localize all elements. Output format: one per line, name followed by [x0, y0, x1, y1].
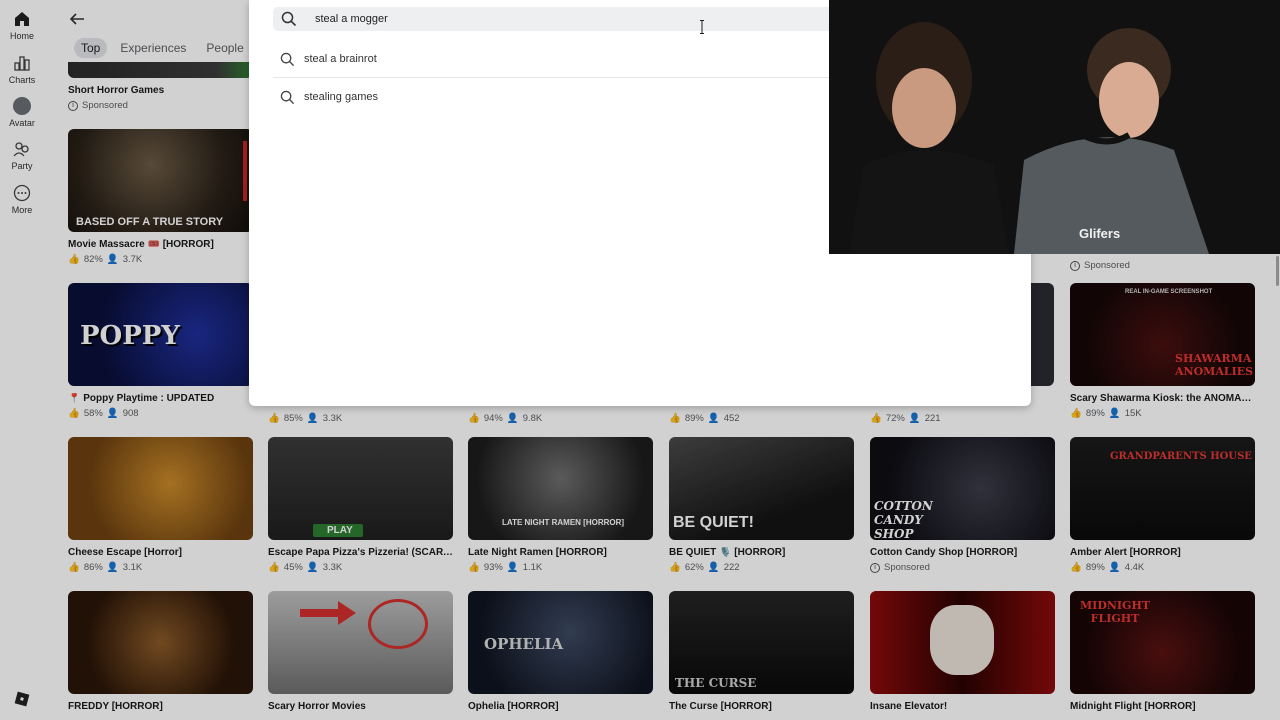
search-input[interactable] — [315, 13, 795, 25]
suggestion-text: steal a brainrot — [304, 53, 377, 65]
person-left-face — [892, 68, 956, 148]
search-icon — [280, 52, 295, 66]
suggestion-text: stealing games — [304, 91, 378, 103]
search-box[interactable] — [273, 7, 833, 31]
webcam-scene: Glifers — [829, 0, 1280, 254]
search-suggestion[interactable]: stealing games — [277, 78, 832, 116]
person-right-face — [1099, 62, 1159, 138]
shirt-text: Glifers — [1079, 226, 1120, 241]
search-suggestion[interactable]: steal a brainrot — [277, 40, 832, 78]
webcam-overlay: Glifers — [829, 0, 1280, 254]
person-left-shirt — [849, 150, 1009, 254]
search-icon — [280, 90, 295, 104]
search-icon — [281, 11, 297, 27]
text-cursor-icon — [700, 20, 704, 34]
